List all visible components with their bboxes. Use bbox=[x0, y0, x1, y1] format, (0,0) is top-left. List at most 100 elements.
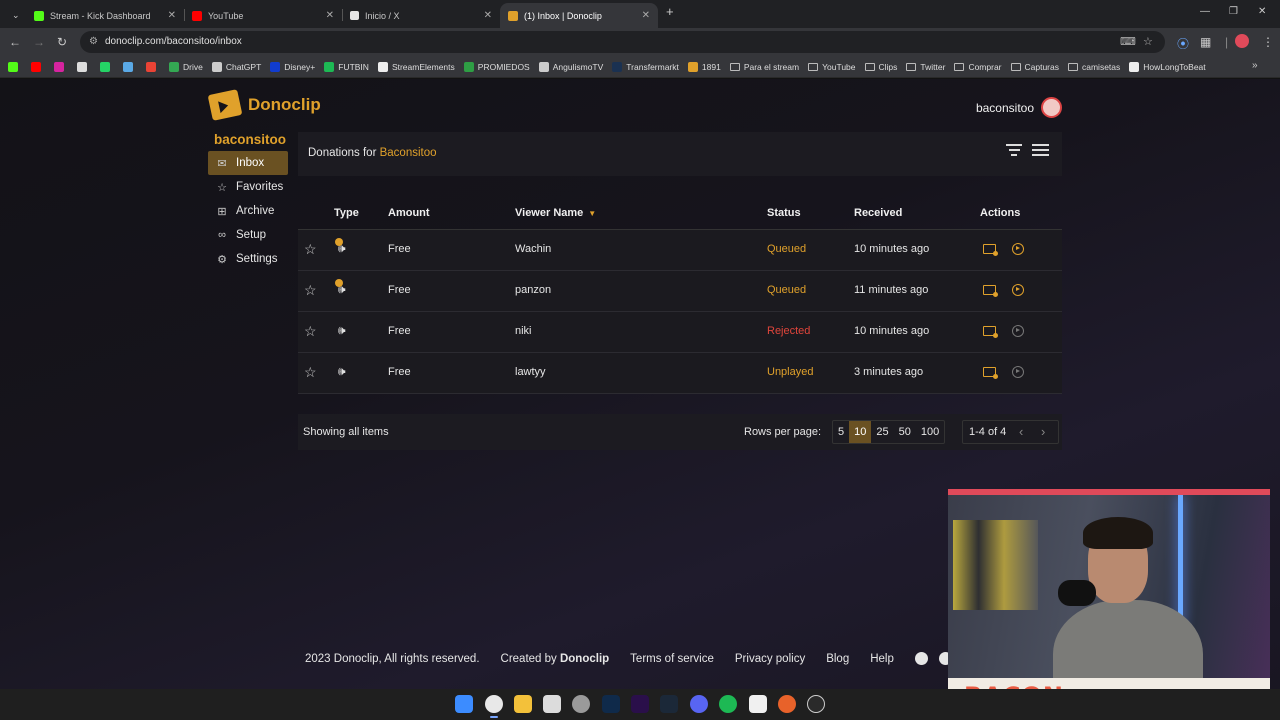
tune-settings-icon[interactable] bbox=[1031, 144, 1049, 160]
bookmark-item[interactable]: camisetas bbox=[1068, 62, 1120, 72]
tab-donoclip[interactable]: (1) Inbox | Donoclip ✕ bbox=[500, 3, 658, 28]
archive-action-icon[interactable] bbox=[983, 367, 998, 379]
back-icon[interactable]: ← bbox=[9, 35, 21, 49]
premiere-icon[interactable] bbox=[631, 695, 649, 713]
privacy-link[interactable]: Privacy policy bbox=[735, 653, 805, 665]
tab-youtube[interactable]: YouTube ✕ bbox=[184, 3, 342, 28]
rows-option-5[interactable]: 5 bbox=[833, 421, 849, 443]
sort-desc-icon[interactable]: ▼ bbox=[588, 209, 596, 218]
table-row[interactable]: ☆ 🕪 Free panzon Queued 11 minutes ago bbox=[298, 271, 1062, 312]
close-icon[interactable]: ✕ bbox=[326, 10, 334, 21]
next-page-icon[interactable]: › bbox=[1041, 424, 1045, 439]
bookmark-item[interactable] bbox=[77, 61, 91, 72]
donoclip-logo[interactable]: Donoclip bbox=[207, 89, 321, 121]
restore-button[interactable]: ❐ bbox=[1229, 6, 1238, 17]
bookmark-item[interactable] bbox=[54, 61, 68, 72]
bookmark-item[interactable] bbox=[8, 61, 22, 72]
bookmark-item[interactable]: Clips bbox=[864, 62, 897, 72]
menu-icon[interactable]: ⋮ bbox=[1262, 35, 1274, 49]
tab-search-button[interactable]: ⌄ bbox=[4, 3, 26, 28]
favorite-star-icon[interactable]: ☆ bbox=[304, 282, 317, 299]
bookmark-item[interactable]: YouTube bbox=[808, 62, 856, 72]
play-icon[interactable] bbox=[1012, 366, 1024, 378]
extension-icon[interactable]: ⦿ bbox=[1177, 35, 1189, 52]
new-tab-button[interactable]: + bbox=[666, 4, 674, 19]
rows-option-100[interactable]: 100 bbox=[916, 421, 944, 443]
translate-icon[interactable]: ⌨ bbox=[1120, 35, 1136, 48]
archive-action-icon[interactable] bbox=[983, 326, 998, 338]
bookmark-item[interactable]: Transfermarkt bbox=[612, 61, 679, 72]
screenshot-tool-icon[interactable] bbox=[543, 695, 561, 713]
sidebar-item-favorites[interactable]: ☆ Favorites bbox=[208, 175, 288, 199]
table-row[interactable]: ☆ 🕪 Free niki Rejected 10 minutes ago bbox=[298, 312, 1062, 353]
bookmark-item[interactable]: Drive bbox=[169, 61, 203, 72]
bookmark-item[interactable]: ChatGPT bbox=[211, 61, 261, 72]
extensions-puzzle-icon[interactable]: ▦ bbox=[1200, 35, 1211, 49]
file-explorer-icon[interactable] bbox=[514, 695, 532, 713]
discord-taskbar-icon[interactable] bbox=[690, 695, 708, 713]
created-by-brand[interactable]: Donoclip bbox=[560, 653, 609, 665]
bookmark-item[interactable] bbox=[146, 61, 160, 72]
favorite-star-icon[interactable]: ☆ bbox=[304, 241, 317, 258]
archive-action-icon[interactable] bbox=[983, 244, 998, 256]
bookmark-item[interactable]: 1891 bbox=[687, 61, 721, 72]
notion-icon[interactable] bbox=[749, 695, 767, 713]
bookmark-star-icon[interactable]: ☆ bbox=[1143, 35, 1153, 48]
tab-x[interactable]: Inicio / X ✕ bbox=[342, 3, 500, 28]
close-icon[interactable]: ✕ bbox=[642, 10, 650, 21]
more-bookmarks-icon[interactable]: » bbox=[1252, 60, 1258, 71]
app-icon[interactable] bbox=[807, 695, 825, 713]
sidebar-item-setup[interactable]: ∞ Setup bbox=[208, 223, 288, 247]
bookmark-item[interactable]: Capturas bbox=[1010, 62, 1059, 72]
spotify-icon[interactable] bbox=[719, 695, 737, 713]
bookmark-item[interactable]: Para el stream bbox=[729, 62, 799, 72]
user-menu[interactable]: baconsitoo bbox=[976, 97, 1062, 118]
reload-icon[interactable]: ↻ bbox=[57, 35, 67, 49]
address-bar[interactable]: ⚙ donoclip.com/baconsitoo/inbox ⌨ ☆ bbox=[80, 31, 1165, 53]
app-icon[interactable] bbox=[778, 695, 796, 713]
header-viewer-name[interactable]: Viewer Name ▼ bbox=[515, 207, 596, 219]
bookmark-item[interactable]: FUTBIN bbox=[324, 61, 369, 72]
windows-start-icon[interactable] bbox=[455, 695, 473, 713]
close-icon[interactable]: ✕ bbox=[168, 10, 176, 21]
terms-link[interactable]: Terms of service bbox=[630, 653, 714, 665]
rows-option-10[interactable]: 10 bbox=[849, 421, 872, 443]
profile-avatar[interactable] bbox=[1235, 34, 1249, 48]
prev-page-icon[interactable]: ‹ bbox=[1019, 424, 1023, 439]
site-info-icon[interactable]: ⚙ bbox=[89, 36, 98, 47]
bookmark-item[interactable]: PROMIEDOS bbox=[463, 61, 530, 72]
bookmark-item[interactable]: Comprar bbox=[954, 62, 1002, 72]
close-icon[interactable]: ✕ bbox=[484, 10, 492, 21]
sidebar-item-settings[interactable]: ⚙ Settings bbox=[208, 247, 288, 271]
play-icon[interactable] bbox=[1012, 284, 1024, 296]
blog-link[interactable]: Blog bbox=[826, 653, 849, 665]
sidebar-item-archive[interactable]: ⊞ Archive bbox=[208, 199, 288, 223]
minimize-button[interactable]: — bbox=[1200, 6, 1210, 17]
obs-icon[interactable] bbox=[572, 695, 590, 713]
play-icon[interactable] bbox=[1012, 243, 1024, 255]
bookmark-item[interactable]: StreamElements bbox=[377, 61, 455, 72]
help-link[interactable]: Help bbox=[870, 653, 894, 665]
bookmark-item[interactable] bbox=[100, 61, 114, 72]
favorite-star-icon[interactable]: ☆ bbox=[304, 364, 317, 381]
discord-icon[interactable] bbox=[914, 652, 928, 665]
steam-icon[interactable] bbox=[660, 695, 678, 713]
play-icon[interactable] bbox=[1012, 325, 1024, 337]
close-window-button[interactable]: ✕ bbox=[1258, 6, 1266, 17]
favorite-star-icon[interactable]: ☆ bbox=[304, 323, 317, 340]
filter-icon[interactable] bbox=[1005, 144, 1023, 160]
bookmark-item[interactable]: AngulismoTV bbox=[538, 61, 603, 72]
forward-icon[interactable]: → bbox=[33, 35, 45, 49]
rows-option-25[interactable]: 25 bbox=[871, 421, 893, 443]
tab-kick[interactable]: Stream - Kick Dashboard ✕ bbox=[26, 3, 184, 28]
table-row[interactable]: ☆ 🕪 Free Wachin Queued 10 minutes ago bbox=[298, 230, 1062, 271]
bookmark-item[interactable] bbox=[123, 61, 137, 72]
chrome-icon[interactable] bbox=[485, 695, 503, 718]
url-text[interactable]: donoclip.com/baconsitoo/inbox bbox=[105, 36, 242, 47]
table-row[interactable]: ☆ 🕪 Free lawtyy Unplayed 3 minutes ago bbox=[298, 353, 1062, 394]
bookmark-item[interactable]: Disney+ bbox=[270, 61, 315, 72]
archive-action-icon[interactable] bbox=[983, 285, 998, 297]
bookmark-item[interactable]: Twitter bbox=[906, 62, 945, 72]
bookmark-item[interactable] bbox=[31, 61, 45, 72]
photoshop-icon[interactable] bbox=[602, 695, 620, 713]
